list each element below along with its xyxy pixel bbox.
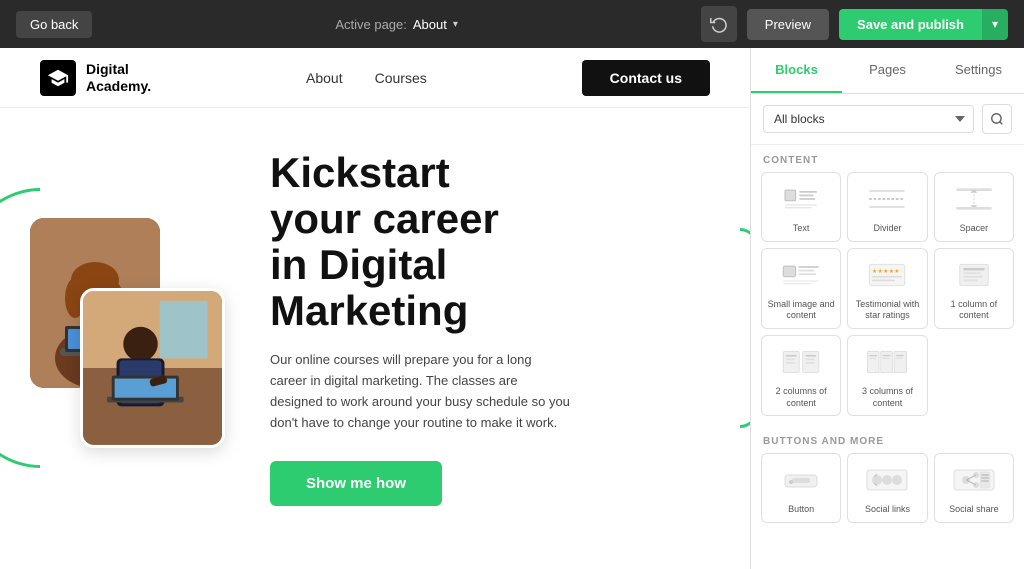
nav-link-about[interactable]: About bbox=[306, 70, 343, 86]
hero-description: Our online courses will prepare you for … bbox=[270, 350, 570, 433]
block-social-share[interactable]: Social share bbox=[934, 453, 1014, 523]
divider-block-icon bbox=[863, 181, 911, 217]
right-panel: Blocks Pages Settings All blocks CONTENT bbox=[750, 48, 1024, 569]
panel-tabs: Blocks Pages Settings bbox=[751, 48, 1024, 94]
social-share-block-label: Social share bbox=[949, 504, 999, 516]
site-nav-links: About Courses bbox=[306, 70, 427, 86]
go-back-button[interactable]: Go back bbox=[16, 11, 92, 38]
block-text[interactable]: Text bbox=[761, 172, 841, 242]
topbar: Go back Active page: About ▾ Preview Sav… bbox=[0, 0, 1024, 48]
spacer-block-icon bbox=[950, 181, 998, 217]
2col-block-icon bbox=[777, 344, 825, 380]
block-spacer[interactable]: Spacer bbox=[934, 172, 1014, 242]
blocks-filter-select[interactable]: All blocks bbox=[763, 105, 974, 133]
logo-line1: Digital bbox=[86, 61, 151, 78]
3col-block-label: 3 columns of content bbox=[852, 386, 922, 409]
button-block-icon bbox=[777, 462, 825, 498]
block-small-image-content[interactable]: Small image and content bbox=[761, 248, 841, 329]
hero-image-front bbox=[80, 288, 225, 448]
active-page-value: About bbox=[413, 17, 447, 32]
show-me-now-button[interactable]: Show me how bbox=[270, 461, 442, 506]
social-links-block-label: Social links bbox=[865, 504, 910, 516]
section-label-buttons: BUTTONS AND MORE bbox=[751, 426, 1024, 453]
block-button[interactable]: Button bbox=[761, 453, 841, 523]
block-social-links[interactable]: Social links bbox=[847, 453, 927, 523]
content-blocks-grid: Text Divider bbox=[751, 172, 1024, 426]
tab-settings[interactable]: Settings bbox=[933, 48, 1024, 93]
topbar-right: Preview Save and publish ▾ bbox=[701, 6, 1008, 42]
3col-block-icon bbox=[863, 344, 911, 380]
svg-text:★★★★★: ★★★★★ bbox=[872, 268, 900, 275]
tab-blocks[interactable]: Blocks bbox=[751, 48, 842, 93]
block-1col[interactable]: 1 column of content bbox=[934, 248, 1014, 329]
hero-image-front-inner bbox=[83, 291, 222, 445]
nav-link-courses[interactable]: Courses bbox=[375, 70, 427, 86]
1col-block-icon bbox=[950, 257, 998, 293]
contact-us-button[interactable]: Contact us bbox=[582, 60, 710, 96]
panel-filter-row: All blocks bbox=[751, 94, 1024, 145]
small-image-block-label: Small image and content bbox=[766, 299, 836, 322]
block-3col[interactable]: 3 columns of content bbox=[847, 335, 927, 416]
buttons-blocks-grid: Button So bbox=[751, 453, 1024, 533]
save-publish-wrapper: Save and publish ▾ bbox=[839, 9, 1008, 40]
logo-text: Digital Academy. bbox=[86, 61, 151, 95]
section-label-content: CONTENT bbox=[751, 145, 1024, 172]
active-page-label: Active page: bbox=[335, 17, 407, 32]
topbar-left: Go back bbox=[16, 11, 92, 38]
button-block-label: Button bbox=[788, 504, 814, 516]
social-links-block-icon bbox=[863, 462, 911, 498]
small-image-block-icon bbox=[777, 257, 825, 293]
hero-title: Kickstart your career in Digital Marketi… bbox=[270, 150, 710, 335]
preview-button[interactable]: Preview bbox=[747, 9, 829, 40]
hero-section: Kickstart your career in Digital Marketi… bbox=[0, 108, 750, 548]
tab-pages[interactable]: Pages bbox=[842, 48, 933, 93]
hero-content: Kickstart your career in Digital Marketi… bbox=[270, 150, 710, 507]
logo-line2: Academy. bbox=[86, 78, 151, 95]
canvas: Digital Academy. About Courses Contact u… bbox=[0, 48, 750, 569]
save-publish-button[interactable]: Save and publish bbox=[839, 9, 982, 40]
text-block-label: Text bbox=[793, 223, 810, 235]
block-testimonial-star[interactable]: ★★★★★ Testimonial with star ratings bbox=[847, 248, 927, 329]
testimonial-block-label: Testimonial with star ratings bbox=[852, 299, 922, 322]
text-block-icon bbox=[777, 181, 825, 217]
1col-block-label: 1 column of content bbox=[939, 299, 1009, 322]
search-blocks-button[interactable] bbox=[982, 104, 1012, 134]
site-nav: Digital Academy. About Courses Contact u… bbox=[0, 48, 750, 108]
history-button[interactable] bbox=[701, 6, 737, 42]
block-2col[interactable]: 2 columns of content bbox=[761, 335, 841, 416]
panel-scroll: CONTENT Text bbox=[751, 145, 1024, 569]
testimonial-block-icon: ★★★★★ bbox=[863, 257, 911, 293]
chevron-down-icon[interactable]: ▾ bbox=[453, 19, 458, 30]
topbar-center: Active page: About ▾ bbox=[335, 17, 458, 32]
logo-icon bbox=[40, 60, 76, 96]
site-logo: Digital Academy. bbox=[40, 60, 151, 96]
social-share-block-icon bbox=[950, 462, 998, 498]
spacer-block-label: Spacer bbox=[960, 223, 989, 235]
save-publish-dropdown-button[interactable]: ▾ bbox=[982, 9, 1008, 40]
block-divider[interactable]: Divider bbox=[847, 172, 927, 242]
2col-block-label: 2 columns of content bbox=[766, 386, 836, 409]
main-layout: Digital Academy. About Courses Contact u… bbox=[0, 48, 1024, 569]
hero-images bbox=[20, 208, 240, 448]
divider-block-label: Divider bbox=[873, 223, 901, 235]
